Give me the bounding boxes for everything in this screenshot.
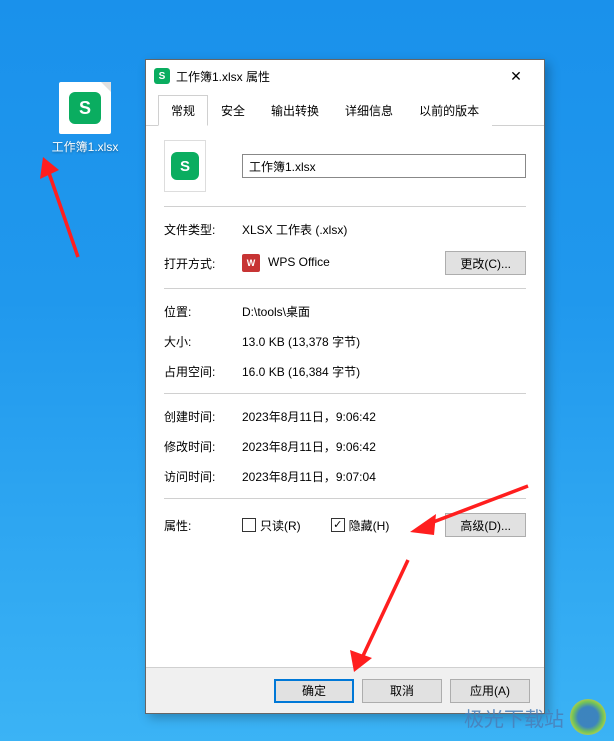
tab-security[interactable]: 安全 bbox=[208, 95, 258, 126]
label-size: 大小: bbox=[164, 333, 242, 350]
watermark: 极光下载站 bbox=[464, 699, 606, 735]
label-open-with: 打开方式: bbox=[164, 255, 242, 272]
checkbox-hidden[interactable]: 隐藏(H) bbox=[331, 517, 390, 534]
label-location: 位置: bbox=[164, 303, 242, 320]
tabs: 常规 安全 输出转换 详细信息 以前的版本 bbox=[146, 94, 544, 126]
title-icon: S bbox=[154, 68, 170, 84]
file-icon: S bbox=[59, 82, 111, 134]
watermark-text: 极光下载站 bbox=[464, 703, 564, 732]
value-modified: 2023年8月11日，9:06:42 bbox=[242, 438, 526, 455]
watermark-badge-icon bbox=[570, 699, 606, 735]
tab-general[interactable]: 常规 bbox=[158, 95, 208, 126]
checkbox-readonly-label: 只读(R) bbox=[260, 517, 301, 534]
file-icon-large: S bbox=[164, 140, 206, 192]
tab-details[interactable]: 详细信息 bbox=[332, 95, 406, 126]
value-created: 2023年8月11日，9:06:42 bbox=[242, 408, 526, 425]
label-created: 创建时间: bbox=[164, 408, 242, 425]
ok-button[interactable]: 确定 bbox=[274, 679, 354, 703]
desktop-file-icon[interactable]: S 工作簿1.xlsx bbox=[45, 82, 125, 155]
tab-output[interactable]: 输出转换 bbox=[258, 95, 332, 126]
value-location: D:\tools\桌面 bbox=[242, 303, 526, 320]
value-size: 13.0 KB (13,378 字节) bbox=[242, 333, 526, 350]
label-accessed: 访问时间: bbox=[164, 468, 242, 485]
checkbox-readonly[interactable]: 只读(R) bbox=[242, 517, 301, 534]
label-disk: 占用空间: bbox=[164, 363, 242, 380]
titlebar: S 工作簿1.xlsx 属性 ✕ bbox=[146, 60, 544, 92]
close-button[interactable]: ✕ bbox=[496, 62, 536, 90]
value-disk: 16.0 KB (16,384 字节) bbox=[242, 363, 526, 380]
checkbox-hidden-label: 隐藏(H) bbox=[349, 517, 390, 534]
label-modified: 修改时间: bbox=[164, 438, 242, 455]
value-open-with: W WPS Office bbox=[242, 254, 445, 272]
change-button[interactable]: 更改(C)... bbox=[445, 251, 526, 275]
cancel-button[interactable]: 取消 bbox=[362, 679, 442, 703]
label-file-type: 文件类型: bbox=[164, 221, 242, 238]
spreadsheet-icon: S bbox=[69, 92, 101, 124]
dialog-title: 工作簿1.xlsx 属性 bbox=[176, 68, 496, 85]
file-name-input[interactable] bbox=[242, 154, 526, 178]
open-app-name: WPS Office bbox=[268, 255, 330, 269]
spreadsheet-icon: S bbox=[171, 152, 199, 180]
tab-previous[interactable]: 以前的版本 bbox=[406, 95, 492, 126]
checkbox-readonly-box bbox=[242, 518, 256, 532]
value-file-type: XLSX 工作表 (.xlsx) bbox=[242, 221, 526, 238]
label-attributes: 属性: bbox=[164, 517, 242, 534]
wps-icon: W bbox=[242, 254, 260, 272]
close-icon: ✕ bbox=[510, 68, 522, 85]
checkbox-hidden-box bbox=[331, 518, 345, 532]
